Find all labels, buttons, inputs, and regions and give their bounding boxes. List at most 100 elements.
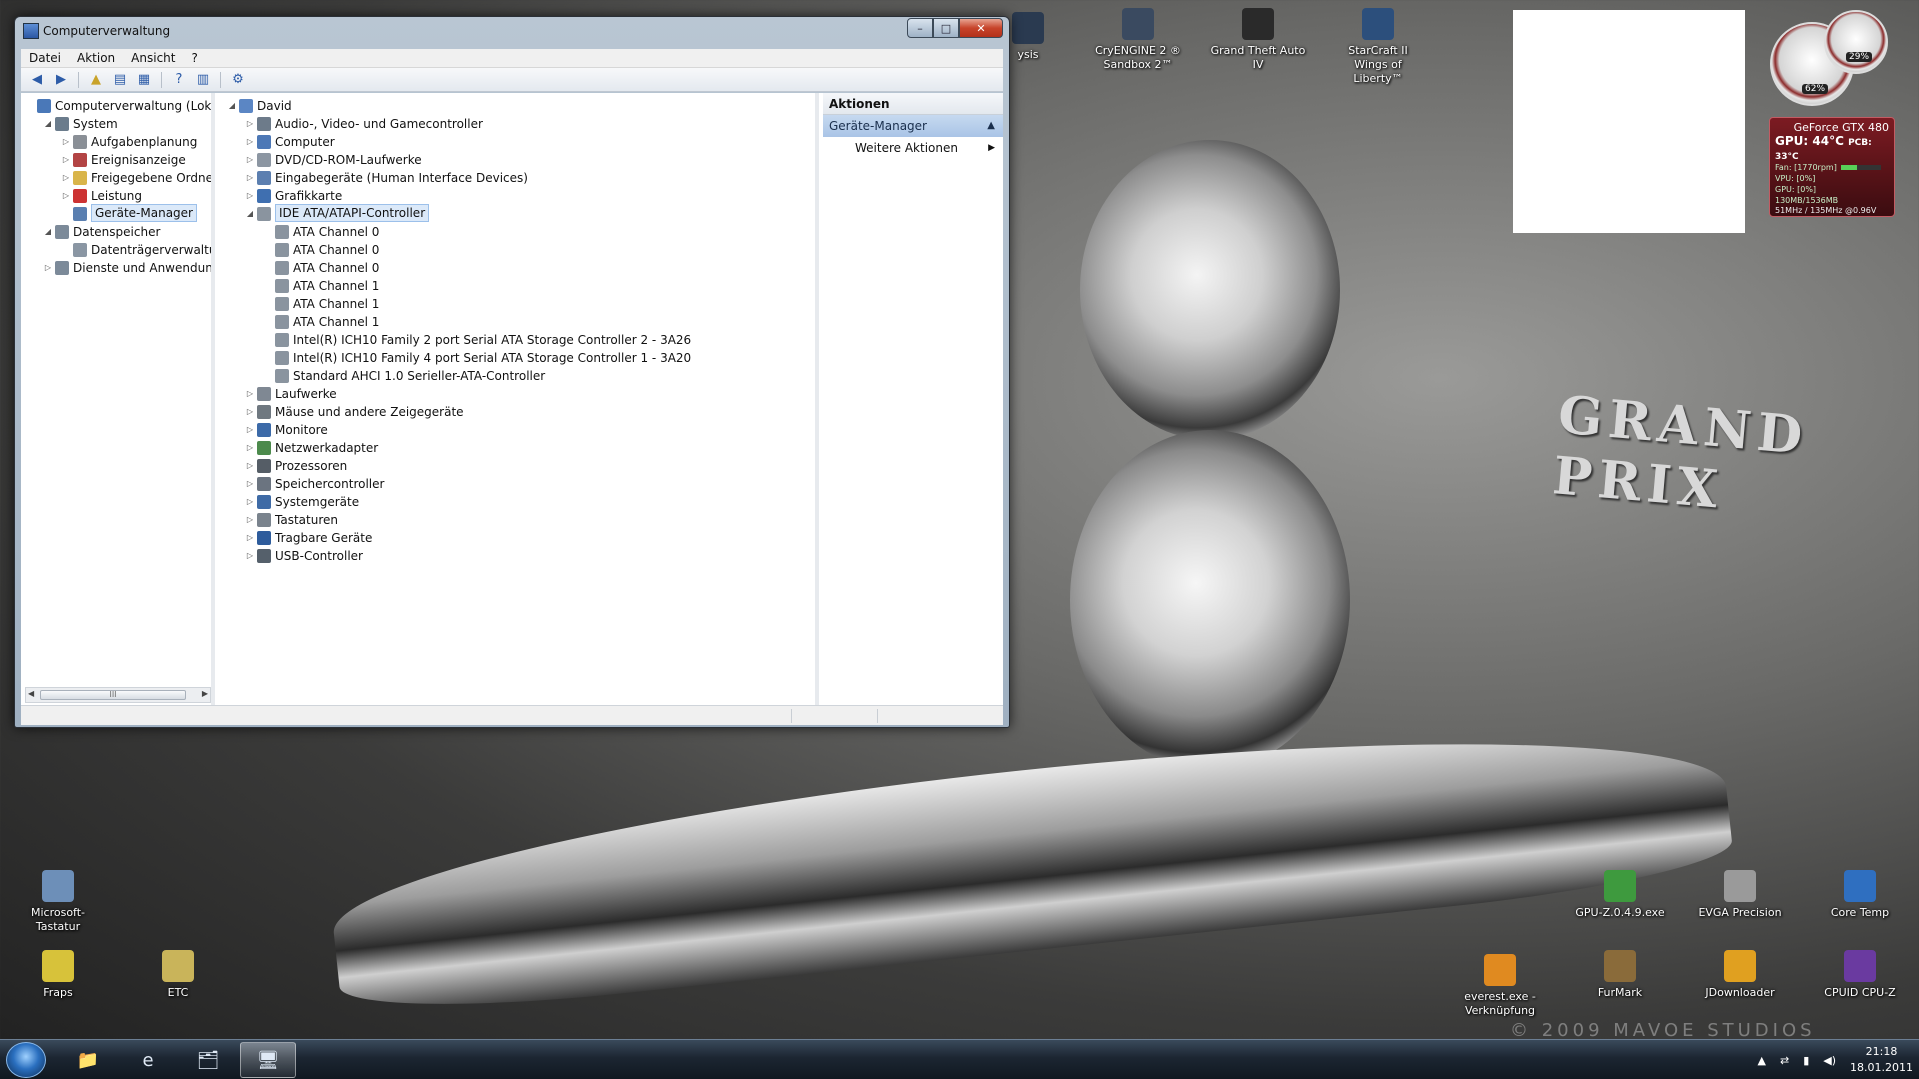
device-node-ide-ata-atapi-controller[interactable]: ◢ IDE ATA/ATAPI-Controller — [219, 204, 815, 223]
expand-arrow-icon[interactable]: ▷ — [245, 115, 255, 133]
device-node-eingabeger-te-human-interface-devices[interactable]: ▷ Eingabegeräte (Human Interface Devices) — [219, 169, 815, 187]
ram-meter-gadget[interactable]: 29% — [1824, 10, 1888, 74]
volume-icon[interactable]: ◀) — [1823, 1054, 1836, 1067]
device-node-systemger-te[interactable]: ▷ Systemgeräte — [219, 493, 815, 511]
console-node-computerverwaltung-lokal[interactable]: Computerverwaltung (Lokal) — [21, 97, 211, 115]
expand-arrow-icon[interactable]: ▷ — [61, 169, 71, 187]
expand-arrow-icon[interactable]: ▷ — [61, 133, 71, 151]
forward-arrow-icon[interactable]: ▶ — [51, 71, 71, 89]
desktop-shortcut-microsoft-tastatur[interactable]: Microsoft-Tastatur — [10, 870, 106, 934]
console-node-datenspeicher[interactable]: ◢ Datenspeicher — [21, 223, 211, 241]
device-node-tragbare-ger-te[interactable]: ▷ Tragbare Geräte — [219, 529, 815, 547]
expand-arrow-icon[interactable]: ▷ — [245, 403, 255, 421]
desktop-shortcut-furmark[interactable]: FurMark — [1572, 950, 1668, 1000]
device-node-speichercontroller[interactable]: ▷ Speichercontroller — [219, 475, 815, 493]
expand-arrow-icon[interactable]: ▷ — [61, 187, 71, 205]
device-node-ata-channel-1[interactable]: ATA Channel 1 — [219, 295, 815, 313]
console-node-ger-te-manager[interactable]: Geräte-Manager — [21, 204, 211, 223]
device-node-usb-controller[interactable]: ▷ USB-Controller — [219, 547, 815, 565]
computer-management-window[interactable]: Computerverwaltung – □ ✕ Datei Aktion An… — [14, 16, 1010, 728]
menu-help[interactable]: ? — [183, 51, 205, 65]
menu-datei[interactable]: Datei — [21, 51, 69, 65]
taskbar-explorer-folder-button[interactable]: 🗂 — [180, 1042, 236, 1078]
device-node-monitore[interactable]: ▷ Monitore — [219, 421, 815, 439]
device-node-david[interactable]: ◢ David — [219, 97, 815, 115]
taskbar-internet-explorer-button[interactable]: e — [120, 1042, 176, 1078]
show-hide-tree-icon[interactable]: ▤ — [110, 71, 130, 89]
horizontal-scrollbar[interactable]: ◀ III ▶ — [25, 687, 211, 703]
menu-ansicht[interactable]: Ansicht — [123, 51, 183, 65]
signal-icon[interactable]: ▮ — [1803, 1054, 1809, 1067]
collapse-arrow-icon[interactable]: ◢ — [43, 223, 53, 241]
taskbar-folder-button[interactable]: 📁 — [60, 1042, 116, 1078]
minimize-button[interactable]: – — [907, 18, 933, 38]
expand-arrow-icon[interactable]: ▷ — [245, 187, 255, 205]
desktop-shortcut-jdownloader[interactable]: JDownloader — [1692, 950, 1788, 1000]
desktop-shortcut-cryengine-2-sandbox-2[interactable]: CryENGINE 2 ® Sandbox 2™ — [1090, 8, 1186, 72]
blank-gadget[interactable] — [1513, 10, 1745, 233]
expand-arrow-icon[interactable]: ▷ — [245, 151, 255, 169]
expand-arrow-icon[interactable]: ▷ — [245, 493, 255, 511]
console-node-system[interactable]: ◢ System — [21, 115, 211, 133]
desktop-shortcut-fraps[interactable]: Fraps — [10, 950, 106, 1000]
device-node-tastaturen[interactable]: ▷ Tastaturen — [219, 511, 815, 529]
expand-arrow-icon[interactable]: ▷ — [245, 439, 255, 457]
device-node-intel-r-ich10-family-2-port-serial-ata-storage-controller-2-3a26[interactable]: Intel(R) ICH10 Family 2 port Serial ATA … — [219, 331, 815, 349]
expand-arrow-icon[interactable]: ▷ — [245, 421, 255, 439]
device-node-ata-channel-0[interactable]: ATA Channel 0 — [219, 223, 815, 241]
expand-arrow-icon[interactable]: ▷ — [245, 547, 255, 565]
maximize-button[interactable]: □ — [933, 18, 959, 38]
desktop-shortcut-gpu-z-0-4-9-exe[interactable]: GPU-Z.0.4.9.exe — [1572, 870, 1668, 920]
device-node-grafikkarte[interactable]: ▷ Grafikkarte — [219, 187, 815, 205]
device-node-audio-video-und-gamecontroller[interactable]: ▷ Audio-, Video- und Gamecontroller — [219, 115, 815, 133]
collapse-arrow-icon[interactable]: ◢ — [245, 205, 255, 223]
console-node-datentr-gerverwaltung[interactable]: Datenträgerverwaltung — [21, 241, 211, 259]
back-arrow-icon[interactable]: ◀ — [27, 71, 47, 89]
scroll-right-icon[interactable]: ▶ — [202, 689, 208, 698]
device-node-dvd-cd-rom-laufwerke[interactable]: ▷ DVD/CD-ROM-Laufwerke — [219, 151, 815, 169]
title-bar[interactable]: Computerverwaltung – □ ✕ — [15, 17, 1009, 45]
device-node-laufwerke[interactable]: ▷ Laufwerke — [219, 385, 815, 403]
expand-arrow-icon[interactable]: ▷ — [245, 169, 255, 187]
start-button[interactable] — [6, 1042, 46, 1078]
menu-aktion[interactable]: Aktion — [69, 51, 123, 65]
up-folder-icon[interactable]: ▲ — [86, 71, 106, 89]
desktop-shortcut-core-temp[interactable]: Core Temp — [1812, 870, 1908, 920]
gpu-monitor-gadget[interactable]: GeForce GTX 480 GPU: 44°C PCB: 33°C Fan:… — [1769, 117, 1895, 217]
expand-arrow-icon[interactable]: ▷ — [245, 475, 255, 493]
collapse-up-icon[interactable]: ▲ — [987, 115, 995, 137]
close-button[interactable]: ✕ — [959, 18, 1003, 38]
network-icon[interactable]: ⇄ — [1780, 1054, 1789, 1067]
desktop-shortcut-etc[interactable]: ETC — [130, 950, 226, 1000]
device-node-netzwerkadapter[interactable]: ▷ Netzwerkadapter — [219, 439, 815, 457]
console-node-aufgabenplanung[interactable]: ▷ Aufgabenplanung — [21, 133, 211, 151]
desktop-shortcut-starcraft-ii-wings-of-liberty[interactable]: StarCraft II Wings of Liberty™ — [1330, 8, 1426, 86]
expand-arrow-icon[interactable]: ▷ — [61, 151, 71, 169]
device-node-m-use-und-andere-zeigeger-te[interactable]: ▷ Mäuse und andere Zeigegeräte — [219, 403, 815, 421]
collapse-arrow-icon[interactable]: ◢ — [227, 97, 237, 115]
properties-icon[interactable]: ▦ — [134, 71, 154, 89]
scroll-thumb[interactable]: III — [40, 690, 186, 700]
console-node-ereignisanzeige[interactable]: ▷ Ereignisanzeige — [21, 151, 211, 169]
device-node-ata-channel-1[interactable]: ATA Channel 1 — [219, 313, 815, 331]
console-node-freigegebene-ordner[interactable]: ▷ Freigegebene Ordner — [21, 169, 211, 187]
desktop-shortcut-everest-exe-verkn-pfung[interactable]: everest.exe - Verknüpfung — [1452, 954, 1548, 1018]
expand-arrow-icon[interactable]: ▷ — [245, 457, 255, 475]
device-node-prozessoren[interactable]: ▷ Prozessoren — [219, 457, 815, 475]
expand-arrow-icon[interactable]: ▷ — [245, 133, 255, 151]
clock[interactable]: 21:18 18.01.2011 — [1850, 1044, 1913, 1076]
expand-arrow-icon[interactable]: ▷ — [245, 511, 255, 529]
actions-section-device-manager[interactable]: Geräte-Manager ▲ — [823, 115, 1003, 137]
expand-arrow-icon[interactable]: ▷ — [245, 385, 255, 403]
console-node-dienste-und-anwendungen[interactable]: ▷ Dienste und Anwendungen — [21, 259, 211, 277]
desktop-shortcut-cpuid-cpu-z[interactable]: CPUID CPU-Z — [1812, 950, 1908, 1000]
desktop-shortcut-evga-precision[interactable]: EVGA Precision — [1692, 870, 1788, 920]
more-actions-item[interactable]: Weitere Aktionen ▶ — [823, 137, 1003, 159]
scan-hardware-icon[interactable]: ⚙ — [228, 71, 248, 89]
device-node-standard-ahci-1-0-serieller-ata-controller[interactable]: Standard AHCI 1.0 Serieller-ATA-Controll… — [219, 367, 815, 385]
device-node-ata-channel-1[interactable]: ATA Channel 1 — [219, 277, 815, 295]
device-node-intel-r-ich10-family-4-port-serial-ata-storage-controller-1-3a20[interactable]: Intel(R) ICH10 Family 4 port Serial ATA … — [219, 349, 815, 367]
show-hidden-icons-icon[interactable]: ▲ — [1758, 1054, 1766, 1067]
desktop-shortcut-grand-theft-auto-iv[interactable]: Grand Theft Auto IV — [1210, 8, 1306, 72]
taskbar-computer-management-button[interactable]: 🖥 — [240, 1042, 296, 1078]
